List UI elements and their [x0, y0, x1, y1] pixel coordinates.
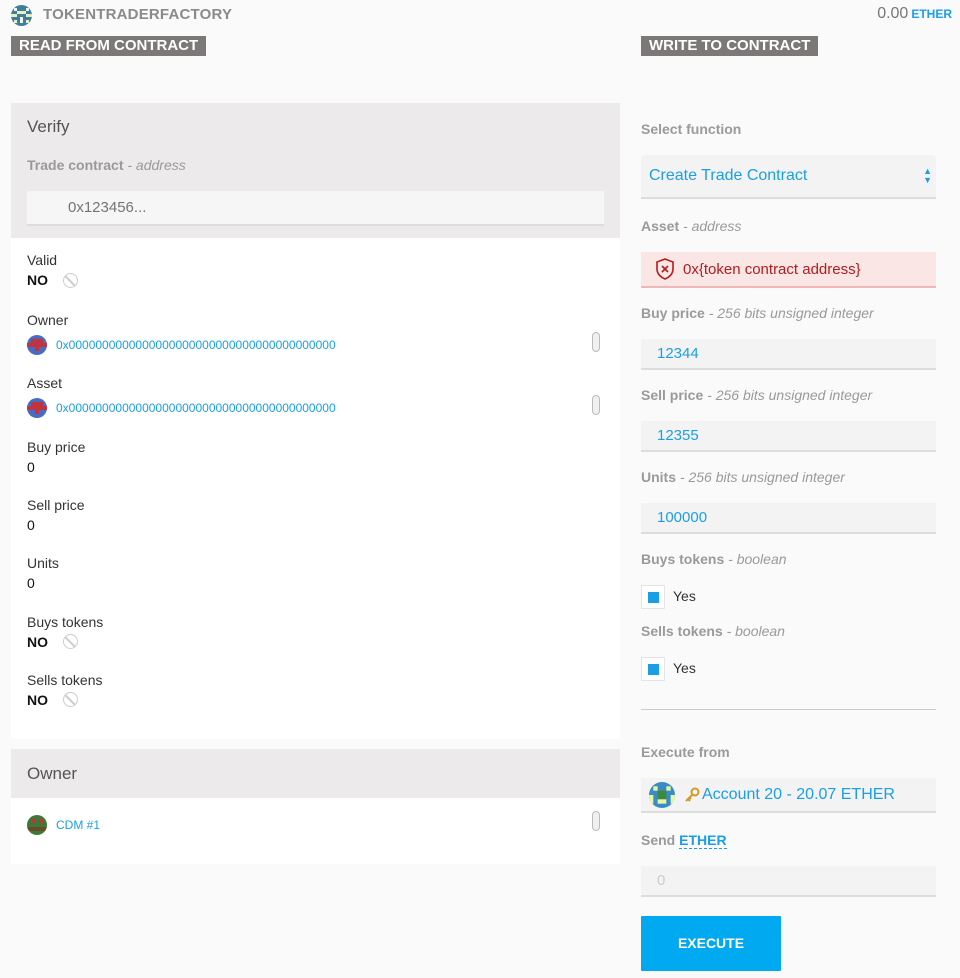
contract-title: TOKENTRADERFACTORY	[43, 6, 233, 23]
trade-contract-type: - address	[127, 157, 186, 173]
units-input-type: - 256 bits unsigned integer	[679, 469, 845, 485]
buy-price-input-label: Buy price - 256 bits unsigned integer	[641, 305, 874, 321]
asset-address-input[interactable]: 0x{token contract address}	[641, 252, 936, 288]
buys-tokens-value: NO	[27, 634, 48, 650]
balance-value: 0.00	[877, 5, 909, 22]
sell-price-input[interactable]: 12355	[641, 421, 936, 452]
contract-identicon-icon	[11, 5, 32, 26]
asset-identicon-icon	[27, 398, 47, 418]
units-value: 0	[27, 575, 35, 591]
account-identicon-icon	[649, 781, 675, 808]
owner-panel-header	[11, 749, 620, 798]
buys-tokens-checkbox[interactable]	[641, 585, 665, 609]
owner-account-scroll-handle[interactable]	[592, 811, 600, 831]
select-arrows-icon: ▲ ▼	[923, 166, 932, 185]
execute-from-account-select[interactable]: Account 20 - 20.07 ETHER	[641, 778, 936, 813]
read-from-contract-tag: READ FROM CONTRACT	[11, 36, 207, 56]
buy-price-input[interactable]: 12344	[641, 339, 936, 370]
account-label: Account 20 - 20.07 ETHER	[702, 785, 895, 803]
sells-tokens-value: NO	[27, 692, 48, 708]
contract-balance: 0.00 ETHER	[877, 5, 952, 23]
buy-price-input-type: - 256 bits unsigned integer	[708, 305, 874, 321]
valid-label: Valid	[27, 252, 58, 268]
send-label: Send ETHER	[641, 832, 727, 849]
sells-tokens-input-type: - boolean	[726, 623, 785, 639]
error-shield-icon	[656, 258, 674, 280]
verify-title: Verify	[27, 117, 70, 136]
send-unit-toggle[interactable]: ETHER	[679, 832, 727, 849]
buy-price-value: 0	[27, 459, 35, 475]
owner-account-row[interactable]: CDM #1	[27, 815, 100, 835]
divider	[641, 709, 936, 710]
buys-tokens-checkbox-label: Yes	[673, 588, 696, 604]
sell-price-input-type: - 256 bits unsigned integer	[707, 387, 873, 403]
owner-label: Owner	[27, 312, 69, 328]
balance-unit: ETHER	[911, 7, 952, 21]
asset-input-placeholder: 0x{token contract address}	[683, 260, 861, 278]
trade-contract-label: Trade contract - address	[27, 157, 186, 173]
trade-contract-address-input[interactable]	[27, 191, 604, 226]
buys-tokens-input-label-text: Buys tokens	[641, 551, 725, 567]
buys-tokens-label: Buys tokens	[27, 614, 104, 630]
select-function-label: Select function	[641, 121, 742, 137]
write-to-contract-tag: WRITE TO CONTRACT	[641, 36, 819, 56]
execute-from-label: Execute from	[641, 744, 730, 760]
trade-contract-label-text: Trade contract	[27, 157, 124, 173]
sells-tokens-input-label: Sells tokens - boolean	[641, 623, 785, 639]
false-ban-icon	[63, 273, 78, 288]
owner-identicon-icon	[27, 335, 47, 355]
function-select[interactable]: Create Trade Contract ▲ ▼	[641, 155, 936, 199]
sell-price-label: Sell price	[27, 497, 85, 513]
asset-scroll-handle[interactable]	[592, 395, 600, 415]
valid-value: NO	[27, 272, 48, 288]
send-label-text: Send	[641, 832, 676, 848]
asset-address-link[interactable]: 0x00000000000000000000000000000000000000…	[56, 401, 336, 415]
verify-results-panel	[11, 238, 620, 739]
buy-price-input-label-text: Buy price	[641, 305, 705, 321]
owner-address-link[interactable]: 0x00000000000000000000000000000000000000…	[56, 338, 336, 352]
false-ban-icon	[63, 634, 78, 649]
buys-tokens-input-type: - boolean	[728, 551, 787, 567]
sells-tokens-label: Sells tokens	[27, 672, 103, 688]
asset-input-type: - address	[683, 218, 742, 234]
owner-account-link[interactable]: CDM #1	[56, 818, 100, 832]
buys-tokens-input-label: Buys tokens - boolean	[641, 551, 787, 567]
send-amount-input[interactable]: 0	[641, 866, 936, 897]
owner-scroll-handle[interactable]	[592, 332, 600, 352]
sell-price-value: 0	[27, 517, 35, 533]
false-ban-icon	[63, 692, 78, 707]
units-input[interactable]: 100000	[641, 503, 936, 534]
asset-input-label-text: Asset	[641, 218, 680, 234]
owner-panel-title: Owner	[27, 764, 78, 783]
key-icon	[685, 787, 700, 802]
asset-input-label: Asset - address	[641, 218, 741, 234]
owner-panel-body	[11, 798, 620, 864]
sells-tokens-checkbox-label: Yes	[673, 660, 696, 676]
units-input-label: Units - 256 bits unsigned integer	[641, 469, 845, 485]
sell-price-input-label: Sell price - 256 bits unsigned integer	[641, 387, 872, 403]
sells-tokens-input-label-text: Sells tokens	[641, 623, 723, 639]
units-input-label-text: Units	[641, 469, 676, 485]
owner-address-row[interactable]: 0x00000000000000000000000000000000000000…	[27, 335, 336, 355]
sell-price-input-label-text: Sell price	[641, 387, 704, 403]
asset-label: Asset	[27, 375, 63, 391]
sells-tokens-checkbox[interactable]	[641, 657, 665, 681]
execute-button[interactable]: EXECUTE	[641, 916, 781, 971]
buy-price-label: Buy price	[27, 439, 86, 455]
owner-account-identicon-icon	[27, 815, 47, 835]
asset-address-row[interactable]: 0x00000000000000000000000000000000000000…	[27, 398, 336, 418]
selected-function: Create Trade Contract	[649, 167, 808, 184]
units-label: Units	[27, 555, 59, 571]
